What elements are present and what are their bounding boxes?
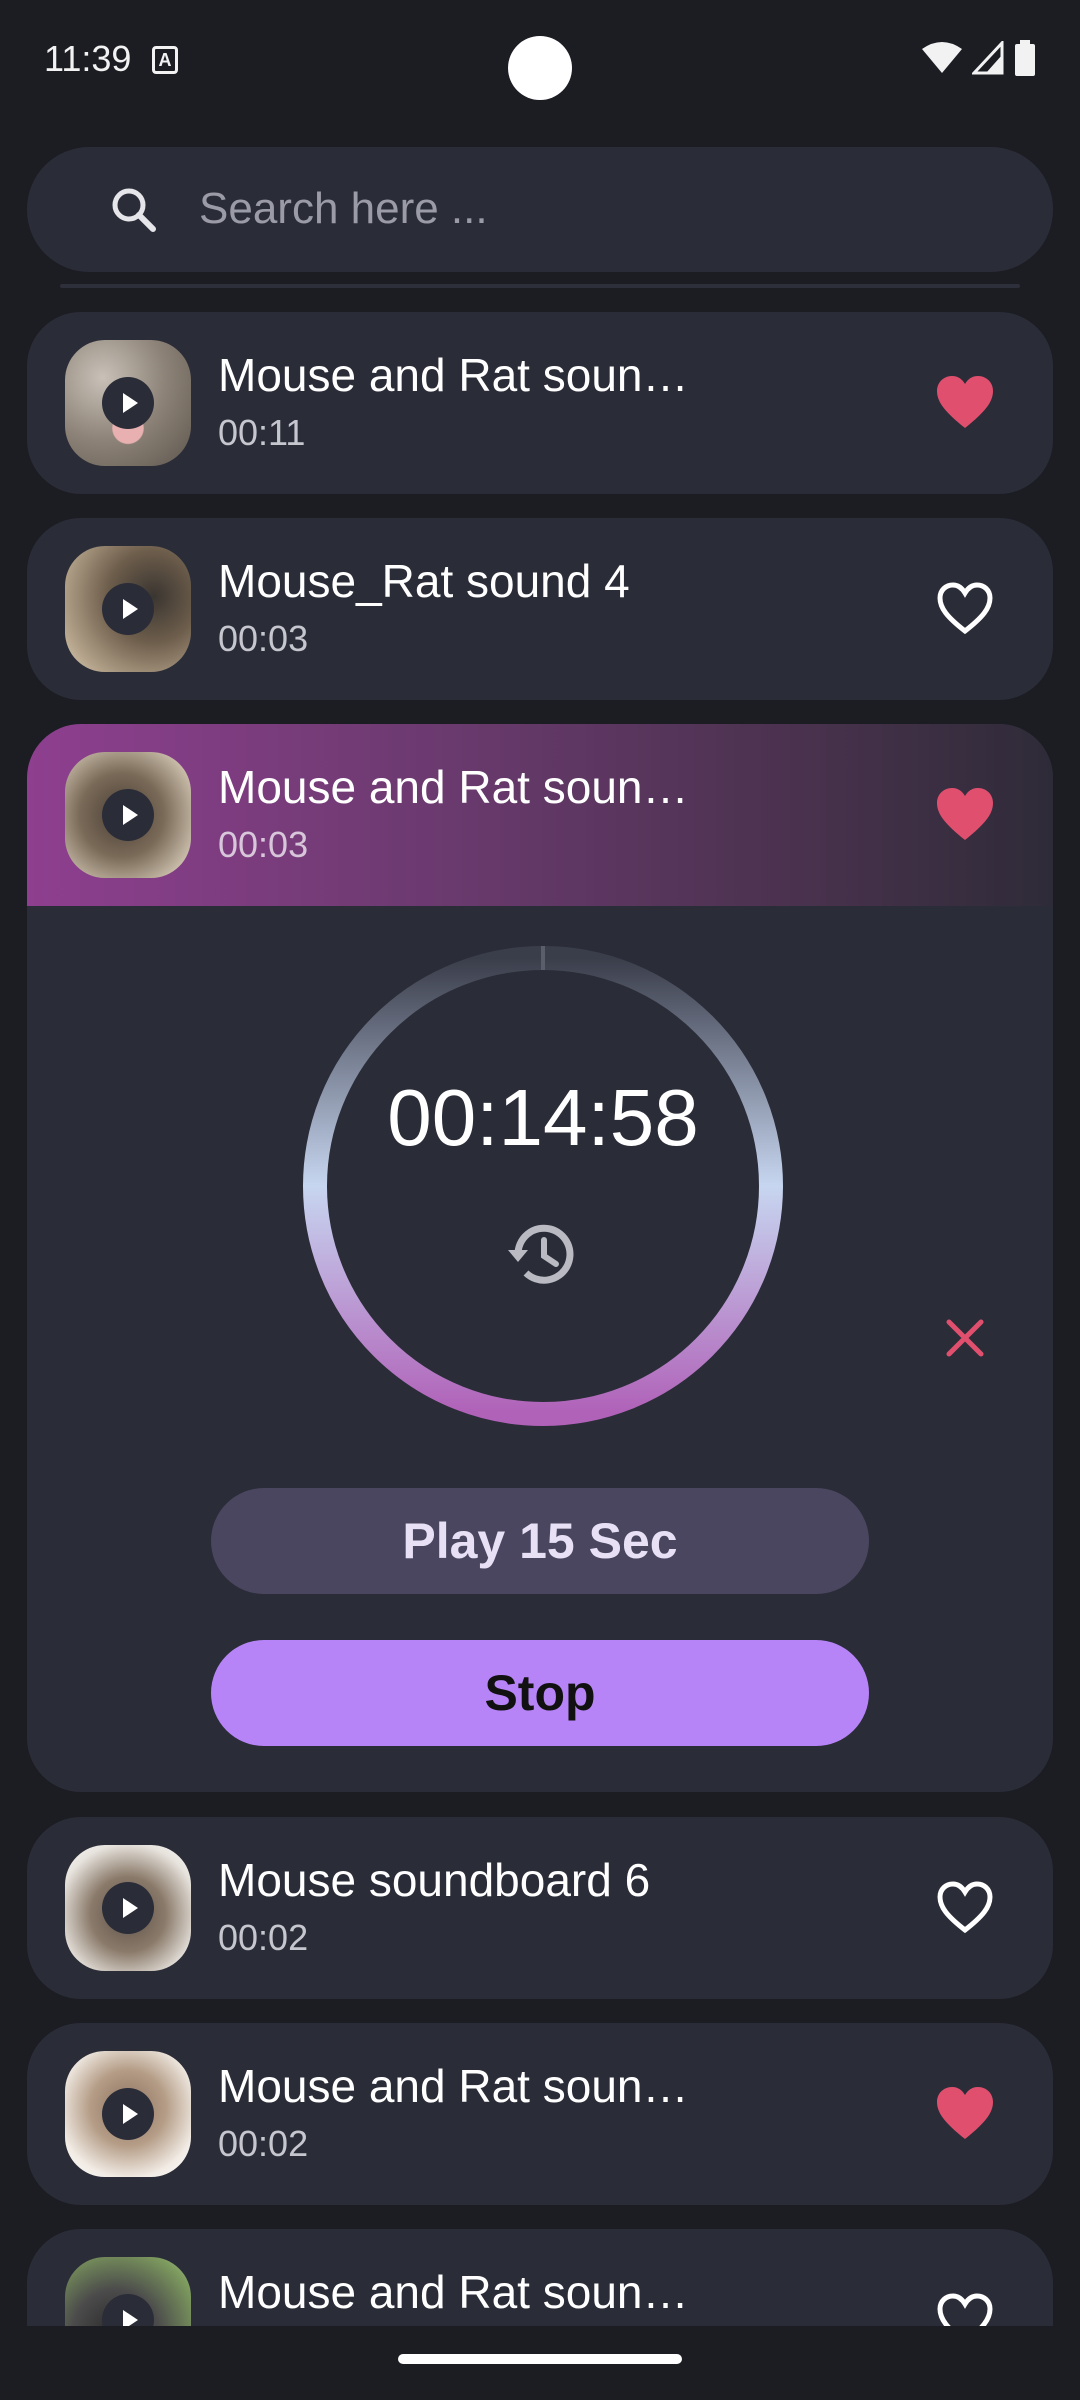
sound-duration: 00:02 xyxy=(218,1917,309,1958)
play-15-sec-button[interactable]: Play 15 Sec xyxy=(211,1488,869,1594)
stop-button[interactable]: Stop xyxy=(211,1640,869,1746)
sound-list-item[interactable]: Mouse soundboard 6 00:02 xyxy=(27,1817,1053,1999)
sound-title: Mouse and Rat soun… xyxy=(218,2266,689,2318)
sound-list-item[interactable]: Mouse and Rat soun… xyxy=(27,2229,1053,2326)
sound-title: Mouse and Rat soun… xyxy=(218,2060,689,2112)
sound-duration: 00:03 xyxy=(218,824,309,865)
sound-title: Mouse and Rat soun… xyxy=(218,349,689,401)
sound-title: Mouse_Rat sound 4 xyxy=(218,555,630,607)
sound-duration: 00:03 xyxy=(218,618,309,659)
expanded-sound-player: Mouse and Rat soun… 00:03 00:14:58 Play … xyxy=(27,724,1053,1792)
heart-icon[interactable] xyxy=(935,2085,995,2141)
play-icon[interactable] xyxy=(102,377,154,429)
sound-thumbnail[interactable] xyxy=(65,2051,191,2177)
sound-thumbnail[interactable] xyxy=(65,2257,191,2326)
search-icon xyxy=(112,188,156,232)
status-icons xyxy=(922,40,1036,76)
close-icon[interactable] xyxy=(943,1316,987,1360)
heart-icon[interactable] xyxy=(935,374,995,430)
sound-list-item[interactable]: Mouse and Rat soun… 00:11 xyxy=(27,312,1053,494)
sound-duration: 00:11 xyxy=(218,412,306,453)
play-icon[interactable] xyxy=(102,1882,154,1934)
heart-outline-icon[interactable] xyxy=(935,580,995,636)
play-icon[interactable] xyxy=(102,583,154,635)
heart-icon[interactable] xyxy=(935,786,995,842)
sound-thumbnail[interactable] xyxy=(65,546,191,672)
app-screen: 11:39 A Mouse and Rat xyxy=(0,0,1080,2400)
play-icon[interactable] xyxy=(102,789,154,841)
sound-thumbnail[interactable] xyxy=(65,1845,191,1971)
sound-duration: 00:02 xyxy=(218,2123,309,2164)
play-icon[interactable] xyxy=(102,2294,154,2326)
sound-title: Mouse soundboard 6 xyxy=(218,1854,651,1906)
sound-thumbnail[interactable] xyxy=(65,752,191,878)
status-time: 11:39 xyxy=(44,38,132,79)
heart-outline-icon[interactable] xyxy=(935,2291,995,2326)
camera-cutout xyxy=(508,36,572,100)
home-gesture-handle[interactable] xyxy=(398,2354,682,2364)
timer-progress-ring xyxy=(303,946,783,1426)
sound-thumbnail[interactable] xyxy=(65,340,191,466)
sound-title: Mouse and Rat soun… xyxy=(218,761,689,813)
play-icon[interactable] xyxy=(102,2088,154,2140)
sound-list-item[interactable]: Mouse and Rat soun… 00:02 xyxy=(27,2023,1053,2205)
battery-icon xyxy=(1015,40,1035,76)
search-input[interactable] xyxy=(199,177,999,241)
status-bar: 11:39 A xyxy=(0,0,1080,120)
heart-outline-icon[interactable] xyxy=(935,1879,995,1935)
search-divider xyxy=(60,284,1020,288)
signal-icon xyxy=(972,41,1004,75)
history-icon[interactable] xyxy=(504,1216,582,1294)
wifi-icon xyxy=(922,42,962,73)
sound-list-item[interactable]: Mouse_Rat sound 4 00:03 xyxy=(27,518,1053,700)
notification-icon: A xyxy=(152,46,178,74)
timer-display: 00:14:58 xyxy=(387,1073,699,1162)
search-bar[interactable] xyxy=(27,147,1053,272)
sound-list-item-active[interactable]: Mouse and Rat soun… 00:03 xyxy=(27,724,1053,906)
